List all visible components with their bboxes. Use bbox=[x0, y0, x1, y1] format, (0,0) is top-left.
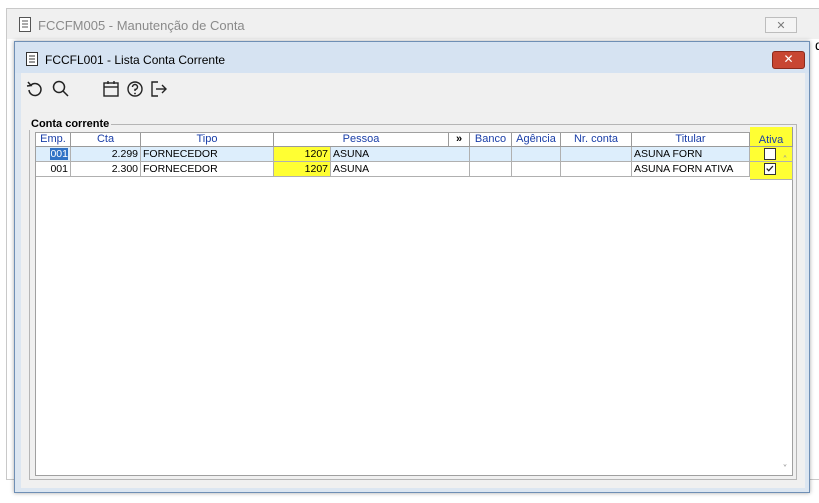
exit-icon bbox=[151, 81, 167, 97]
close-icon: ✕ bbox=[776, 19, 786, 32]
group-title: Conta corrente bbox=[29, 118, 112, 130]
refresh-icon bbox=[26, 81, 42, 97]
table-row-cell-pessoa-nome[interactable]: ASUNA bbox=[331, 147, 470, 162]
table-row-cell-titular[interactable]: ASUNA FORN bbox=[632, 147, 750, 162]
parent-window-title: FCCFM005 - Manutenção de Conta bbox=[38, 18, 245, 33]
exit-button[interactable] bbox=[149, 79, 169, 99]
table-row-cell-tipo[interactable]: FORNECEDOR bbox=[141, 162, 274, 177]
help-button[interactable] bbox=[125, 79, 145, 99]
table-row-cell-banco[interactable] bbox=[470, 147, 512, 162]
toolbar bbox=[21, 73, 805, 106]
table-row-cell-cta[interactable]: 2.300 bbox=[71, 162, 141, 177]
refresh-button[interactable] bbox=[25, 79, 45, 99]
lista-conta-corrente-dialog: FCCFL001 - Lista Conta Corrente ✕ Conta … bbox=[14, 41, 810, 493]
col-header-tipo[interactable]: Tipo bbox=[141, 133, 274, 147]
ativa-checkbox[interactable] bbox=[764, 163, 776, 175]
table-row-cell-cta[interactable]: 2.299 bbox=[71, 147, 141, 162]
calendar-icon bbox=[103, 81, 119, 97]
col-header-ativa[interactable]: Ativa bbox=[750, 127, 793, 147]
document-icon bbox=[19, 17, 31, 32]
col-header-agencia[interactable]: Agência bbox=[512, 133, 561, 147]
col-header-nr-conta[interactable]: Nr. conta bbox=[561, 133, 632, 147]
search-button[interactable] bbox=[51, 79, 71, 99]
table-row-cell-agencia[interactable] bbox=[512, 162, 561, 177]
dialog-titlebar[interactable]: FCCFL001 - Lista Conta Corrente ✕ bbox=[15, 42, 809, 73]
parent-titlebar: FCCFM005 - Manutenção de Conta ✕ bbox=[7, 9, 819, 39]
help-icon bbox=[127, 81, 143, 97]
dialog-title: FCCFL001 - Lista Conta Corrente bbox=[45, 53, 226, 67]
table-row-cell-pessoa-cod[interactable]: 1207 bbox=[274, 162, 331, 177]
col-header-expand[interactable]: » bbox=[449, 133, 470, 147]
parent-close-button[interactable]: ✕ bbox=[765, 17, 797, 33]
col-header-cta[interactable]: Cta bbox=[71, 133, 141, 147]
col-header-titular[interactable]: Titular bbox=[632, 133, 750, 147]
scroll-up-arrow-icon[interactable]: ˄ bbox=[779, 155, 791, 167]
dialog-close-button[interactable]: ✕ bbox=[772, 51, 805, 69]
table-row-cell-tipo[interactable]: FORNECEDOR bbox=[141, 147, 274, 162]
col-header-emp[interactable]: Emp. bbox=[36, 133, 71, 147]
table-row-cell-nr-conta[interactable] bbox=[561, 162, 632, 177]
table-row-cell-emp[interactable]: 001 bbox=[36, 162, 71, 177]
document-icon bbox=[26, 52, 38, 66]
search-icon bbox=[52, 80, 69, 97]
table-row-cell-nr-conta[interactable] bbox=[561, 147, 632, 162]
col-header-pessoa[interactable]: Pessoa bbox=[274, 133, 449, 147]
table-row-cell-pessoa-cod[interactable]: 1207 bbox=[274, 147, 331, 162]
content-panel: Conta corrente Emp. Cta Tipo Pessoa » Ba… bbox=[21, 106, 805, 488]
close-icon: ✕ bbox=[783, 52, 794, 66]
conta-corrente-grid[interactable]: Emp. Cta Tipo Pessoa » Banco Agência Nr.… bbox=[35, 127, 793, 476]
scroll-down-arrow-icon[interactable]: ˅ bbox=[779, 464, 791, 476]
table-row-cell-emp[interactable]: 001 bbox=[36, 147, 71, 162]
col-header-banco[interactable]: Banco bbox=[470, 133, 512, 147]
emp-value: 001 bbox=[50, 148, 68, 160]
ativa-checkbox[interactable] bbox=[764, 148, 776, 160]
table-row-cell-banco[interactable] bbox=[470, 162, 512, 177]
table-row-cell-pessoa-nome[interactable]: ASUNA bbox=[331, 162, 470, 177]
table-row-cell-agencia[interactable] bbox=[512, 147, 561, 162]
checkmark-icon bbox=[766, 165, 774, 172]
calendar-button[interactable] bbox=[101, 79, 121, 99]
table-row-cell-titular[interactable]: ASUNA FORN ATIVA bbox=[632, 162, 750, 177]
partial-text: d bbox=[815, 37, 819, 53]
